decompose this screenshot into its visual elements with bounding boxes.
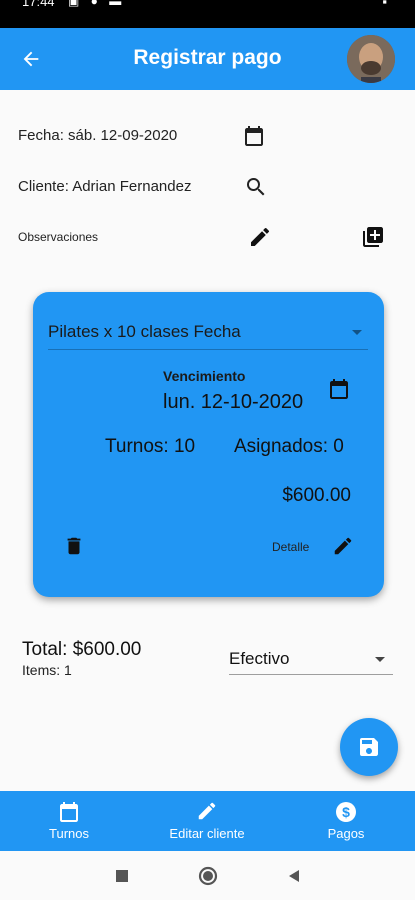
calendar-icon bbox=[0, 800, 138, 824]
nav-label: Turnos bbox=[49, 826, 89, 841]
status-bar: 17:44 ▣ ● ▬ ▪ bbox=[0, 0, 415, 28]
status-icons: ▣ ● ▬ bbox=[68, 0, 126, 8]
calendar-icon[interactable] bbox=[324, 374, 354, 404]
nav-item-turnos[interactable]: Turnos bbox=[0, 791, 138, 851]
dollar-icon: $ bbox=[277, 800, 415, 824]
asignados-count: Asignados: 0 bbox=[234, 436, 344, 457]
nav-label: Editar cliente bbox=[169, 826, 245, 841]
app-bar: Registrar pago bbox=[0, 28, 415, 90]
turnos-count: Turnos: 10 bbox=[105, 436, 196, 457]
product-label: Pilates x 10 clases Fecha bbox=[48, 322, 241, 341]
search-icon[interactable] bbox=[241, 172, 271, 202]
system-nav-bar bbox=[0, 851, 415, 900]
chevron-down-icon bbox=[352, 330, 362, 335]
calendar-icon[interactable] bbox=[239, 121, 269, 151]
home-icon[interactable] bbox=[197, 865, 219, 887]
item-amount: $600.00 bbox=[282, 485, 351, 506]
payment-method-select[interactable]: Efectivo bbox=[229, 645, 393, 675]
add-item-icon[interactable] bbox=[358, 222, 388, 252]
vencimiento-date: lun. 12-10-2020 bbox=[163, 391, 304, 413]
status-time: 17:44 bbox=[22, 0, 55, 9]
delete-icon[interactable] bbox=[59, 531, 89, 561]
edit-detail-icon[interactable] bbox=[328, 531, 358, 561]
chevron-down-icon bbox=[375, 657, 385, 662]
product-dropdown[interactable]: Pilates x 10 clases Fecha bbox=[48, 318, 368, 350]
nav-item-pagos[interactable]: $ Pagos bbox=[277, 791, 415, 851]
bottom-nav: Turnos Editar cliente $ Pagos bbox=[0, 791, 415, 851]
pencil-icon bbox=[138, 800, 276, 824]
battery-icon: ▪ bbox=[382, 0, 387, 9]
payment-item-card: Pilates x 10 clases Fecha Vencimiento lu… bbox=[33, 292, 384, 597]
save-icon bbox=[360, 738, 378, 756]
payment-method-value: Efectivo bbox=[229, 649, 290, 668]
save-button[interactable] bbox=[340, 718, 398, 776]
back-icon[interactable] bbox=[283, 865, 305, 887]
nav-item-editar-cliente[interactable]: Editar cliente bbox=[138, 791, 276, 851]
items-count: Items: 1 bbox=[22, 662, 72, 678]
total-amount: Total: $600.00 bbox=[22, 639, 142, 660]
svg-text:$: $ bbox=[342, 804, 350, 820]
fecha-label: Fecha: sáb. 12-09-2020 bbox=[18, 127, 178, 144]
recents-icon[interactable] bbox=[111, 865, 133, 887]
nav-label: Pagos bbox=[327, 826, 365, 841]
avatar[interactable] bbox=[347, 35, 395, 83]
vencimiento-label: Vencimiento bbox=[163, 368, 246, 384]
cliente-label: Cliente: Adrian Fernandez bbox=[18, 178, 192, 195]
observaciones-label: Observaciones bbox=[18, 230, 99, 244]
edit-icon[interactable] bbox=[245, 222, 275, 252]
detalle-label: Detalle bbox=[272, 540, 310, 554]
